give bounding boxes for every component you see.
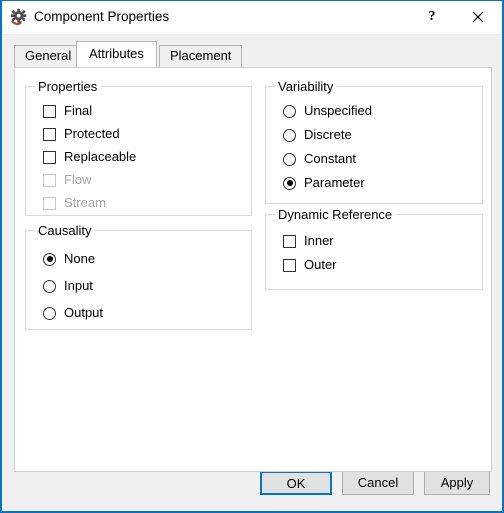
checkbox-stream: Stream	[43, 193, 106, 213]
properties-group: Properties Final Protected Replaceable F…	[25, 79, 252, 216]
dynamic-reference-group: Dynamic Reference Inner Outer	[265, 207, 483, 290]
cancel-button[interactable]: Cancel	[342, 471, 414, 495]
checkbox-final[interactable]: Final	[43, 101, 92, 121]
checkbox-label-final: Final	[64, 103, 93, 118]
radio-causality-none[interactable]: None	[43, 249, 95, 269]
checkbox-label-inner: Inner	[304, 233, 334, 248]
ok-button[interactable]: OK	[260, 471, 332, 495]
radio-dot-variability-constant	[283, 152, 296, 166]
tab-strip: General Attributes Placement	[14, 41, 494, 67]
checkbox-label-outer: Outer	[304, 257, 337, 272]
checkbox-label-flow: Flow	[64, 172, 92, 187]
checkbox-box-outer	[283, 258, 296, 272]
radio-label-causality-output: Output	[64, 305, 104, 320]
tab-attributes[interactable]: Attributes	[76, 41, 157, 67]
checkbox-label-protected: Protected	[64, 126, 120, 141]
checkbox-box-stream	[43, 196, 56, 210]
checkbox-inner[interactable]: Inner	[283, 231, 334, 251]
radio-label-causality-none: None	[64, 251, 96, 266]
attributes-tab-panel: Properties Final Protected Replaceable F…	[14, 67, 492, 472]
window-title: Component Properties	[34, 9, 170, 24]
tab-general[interactable]: General	[14, 45, 83, 67]
radio-dot-variability-unspecified	[283, 104, 296, 118]
gear-refresh-icon	[10, 8, 28, 26]
checkbox-label-stream: Stream	[64, 195, 106, 210]
title-bar: Component Properties ?	[2, 1, 502, 34]
checkbox-box-final	[43, 104, 56, 118]
close-button[interactable]	[456, 1, 500, 32]
radio-label-variability-parameter: Parameter	[304, 175, 365, 190]
radio-dot-causality-none	[43, 252, 56, 266]
dialog-button-bar: OK Cancel Apply	[2, 471, 502, 511]
radio-label-causality-input: Input	[64, 278, 93, 293]
variability-group-label: Variability	[275, 79, 338, 94]
radio-dot-causality-output	[43, 306, 56, 320]
causality-group: Causality None Input Output	[25, 223, 252, 330]
checkbox-box-flow	[43, 173, 56, 187]
radio-variability-constant[interactable]: Constant	[283, 149, 356, 169]
radio-label-variability-discrete: Discrete	[304, 127, 352, 142]
question-mark-icon: ?	[428, 9, 436, 24]
dynamic-reference-group-label: Dynamic Reference	[275, 207, 397, 222]
radio-label-variability-unspecified: Unspecified	[304, 103, 372, 118]
apply-button[interactable]: Apply	[424, 471, 490, 495]
radio-variability-parameter[interactable]: Parameter	[283, 173, 365, 193]
checkbox-protected[interactable]: Protected	[43, 124, 120, 144]
radio-dot-causality-input	[43, 279, 56, 293]
checkbox-outer[interactable]: Outer	[283, 255, 337, 275]
checkbox-box-protected	[43, 127, 56, 141]
checkbox-box-inner	[283, 234, 296, 248]
causality-group-label: Causality	[35, 223, 96, 238]
radio-causality-output[interactable]: Output	[43, 303, 103, 323]
radio-variability-discrete[interactable]: Discrete	[283, 125, 352, 145]
close-icon	[456, 1, 500, 32]
help-button[interactable]: ?	[410, 1, 454, 32]
checkbox-label-replaceable: Replaceable	[64, 149, 137, 164]
radio-dot-variability-discrete	[283, 128, 296, 142]
checkbox-flow: Flow	[43, 170, 91, 190]
radio-dot-variability-parameter	[283, 176, 296, 190]
radio-label-variability-constant: Constant	[304, 151, 357, 166]
tab-placement[interactable]: Placement	[159, 45, 243, 67]
variability-group: Variability Unspecified Discrete Constan…	[265, 79, 483, 204]
radio-variability-unspecified[interactable]: Unspecified	[283, 101, 372, 121]
checkbox-box-replaceable	[43, 150, 56, 164]
properties-group-label: Properties	[35, 79, 102, 94]
component-properties-dialog: Component Properties ? General Attribute…	[0, 0, 504, 513]
radio-causality-input[interactable]: Input	[43, 276, 93, 296]
checkbox-replaceable[interactable]: Replaceable	[43, 147, 136, 167]
